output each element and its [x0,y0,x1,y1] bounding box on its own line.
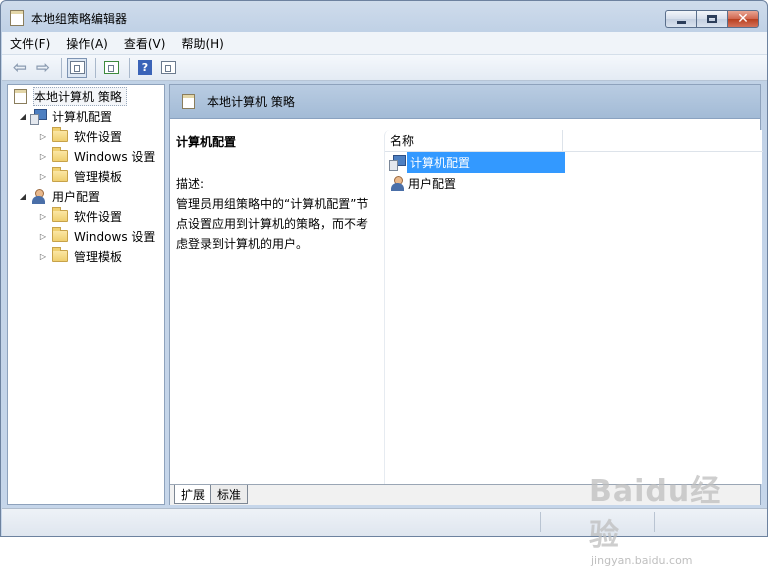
tree-item-user-windows[interactable]: ▷ Windows 设置 [38,226,155,246]
export-list-button[interactable] [101,58,121,78]
policy-document-icon [14,88,27,104]
main-window: 本地组策略编辑器 ✕ 文件(F) 操作(A) 查看(V) 帮助(H) ⇦ ⇨ ?… [0,0,768,567]
collapse-arrow-icon[interactable]: ▷ [38,212,48,221]
tree-item-computer-software[interactable]: ▷ 软件设置 [38,126,122,146]
collapse-arrow-icon[interactable]: ▷ [38,152,48,161]
item-list[interactable]: 名称 计算机配置 用户配置 [384,130,763,484]
tree-item-label: 软件设置 [74,129,123,144]
show-hide-tree-icon [69,61,85,74]
help-button[interactable]: ? [135,58,155,78]
tree-item-label: 本地计算机 策略 [33,86,127,106]
toolbar-separator [95,57,96,78]
list-item-computer-config[interactable]: 计算机配置 [387,151,565,173]
list-item-label: 用户配置 [408,176,457,191]
status-bar [2,508,767,536]
help-icon: ? [138,60,152,75]
computer-icon [389,155,406,171]
toolbar-separator [61,57,62,78]
tab-extended[interactable]: 扩展 [174,485,213,504]
tree-pane[interactable]: 本地计算机 策略 ◢ 计算机配置 ▷ 软件设置 ▷ Windows 设置 ▷ 管… [7,84,165,505]
title-bar[interactable]: 本地组策略编辑器 ✕ [1,1,767,33]
tree-item-computer-config[interactable]: ◢ 计算机配置 [18,106,112,126]
status-divider [540,512,541,532]
tree-item-label: 管理模板 [74,249,123,264]
description-label: 描述: [176,177,205,191]
policy-document-icon [182,94,195,109]
tree-item-label: Windows 设置 [74,229,156,244]
details-title: 本地计算机 策略 [207,95,295,109]
minimize-button[interactable] [665,10,696,28]
toolbar: ⇦ ⇨ ? [2,54,767,81]
status-divider [654,512,655,532]
description-heading: 计算机配置 [176,135,237,149]
description-text: 管理员用组策略中的“计算机配置”节点设置应用到计算机的策略，而不考虑登录到计算机… [176,197,369,251]
tree-item-root[interactable]: 本地计算机 策略 [12,86,127,106]
description-panel: 计算机配置 描述: 管理员用组策略中的“计算机配置”节点设置应用到计算机的策略，… [176,133,374,251]
window-title: 本地组策略编辑器 [31,12,128,26]
tree-item-label: 用户配置 [52,189,101,204]
tree-item-label: 软件设置 [74,209,123,224]
action-pane-icon [160,61,176,74]
view-tabs: 扩展 标准 [170,484,760,505]
tree-item-computer-templates[interactable]: ▷ 管理模板 [38,166,122,186]
policy-document-icon [10,10,24,26]
expand-arrow-icon[interactable]: ◢ [18,112,28,121]
tree-item-label: 计算机配置 [52,109,113,124]
forward-arrow-icon: ⇨ [35,57,51,78]
tree-item-user-software[interactable]: ▷ 软件设置 [38,206,122,226]
folder-icon [52,167,68,182]
toolbar-separator [129,57,130,78]
maximize-icon [707,15,717,23]
folder-icon [52,147,68,162]
menu-file[interactable]: 文件(F) [2,35,58,52]
close-button[interactable]: ✕ [727,10,759,28]
menu-help[interactable]: 帮助(H) [173,35,231,52]
tree-item-user-templates[interactable]: ▷ 管理模板 [38,246,122,266]
column-header-filler [563,130,763,152]
back-arrow-icon: ⇦ [12,57,28,78]
tab-standard[interactable]: 标准 [210,485,249,504]
back-button[interactable]: ⇦ [10,58,30,78]
user-icon [389,175,405,191]
collapse-arrow-icon[interactable]: ▷ [38,132,48,141]
menu-bar: 文件(F) 操作(A) 查看(V) 帮助(H) [2,32,767,54]
collapse-arrow-icon[interactable]: ▷ [38,172,48,181]
collapse-arrow-icon[interactable]: ▷ [38,232,48,241]
folder-icon [52,207,68,222]
folder-icon [52,127,68,142]
column-header-name[interactable]: 名称 [385,130,563,152]
action-pane-button[interactable] [158,58,178,78]
minimize-icon [676,20,686,24]
expand-arrow-icon[interactable]: ◢ [18,192,28,201]
show-hide-tree-button[interactable] [67,57,87,78]
menu-view[interactable]: 查看(V) [116,35,174,52]
watermark-url: jingyan.baidu.com [591,554,693,567]
list-item-label: 计算机配置 [407,151,565,173]
tree-item-label: Windows 设置 [74,149,156,164]
computer-icon [30,109,47,125]
column-header-label: 名称 [390,134,415,148]
forward-button[interactable]: ⇨ [33,58,53,78]
close-icon: ✕ [737,11,749,27]
list-item-user-config[interactable]: 用户配置 [387,173,457,193]
maximize-button[interactable] [696,10,727,28]
details-pane: 本地计算机 策略 计算机配置 描述: 管理员用组策略中的“计算机配置”节点设置应… [169,84,763,505]
menu-action[interactable]: 操作(A) [58,35,116,52]
tree-item-computer-windows[interactable]: ▷ Windows 设置 [38,146,155,166]
window-controls: ✕ [665,10,759,28]
collapse-arrow-icon[interactable]: ▷ [38,252,48,261]
tree-item-label: 管理模板 [74,169,123,184]
folder-icon [52,227,68,242]
folder-icon [52,247,68,262]
details-header: 本地计算机 策略 [170,85,760,119]
export-list-icon [103,61,119,74]
tree-item-user-config[interactable]: ◢ 用户配置 [18,186,100,206]
user-icon [30,188,46,204]
